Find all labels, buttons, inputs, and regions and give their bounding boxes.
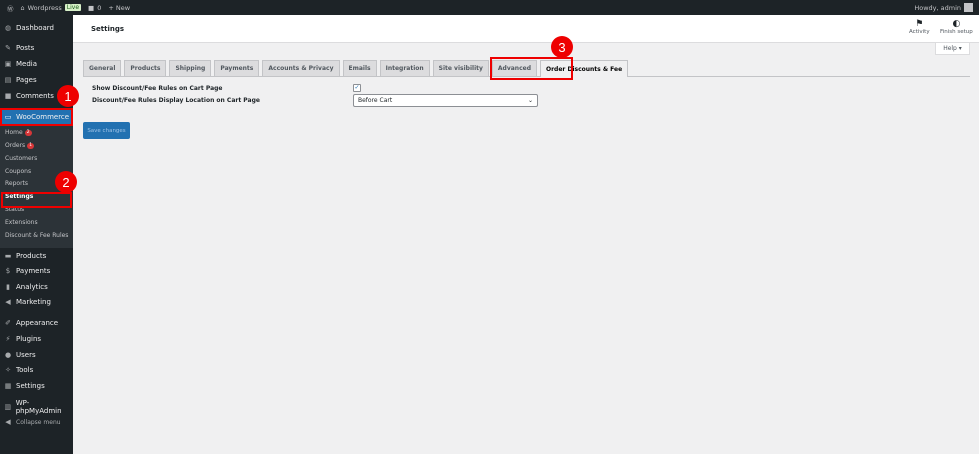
- live-badge: Live: [64, 4, 82, 11]
- tab-products[interactable]: Products: [124, 60, 167, 76]
- sidebar-item-appearance[interactable]: ✐ Appearance: [0, 316, 73, 330]
- sidebar-item-marketing[interactable]: ◀ Marketing: [0, 295, 73, 309]
- pin-icon: ✎: [5, 44, 11, 52]
- comment-icon: ■: [4, 92, 12, 100]
- analytics-icon: ▮: [6, 283, 10, 291]
- user-icon: ●: [4, 351, 12, 359]
- home-icon: ⌂: [20, 3, 25, 12]
- products-icon: ▬: [4, 252, 12, 260]
- save-changes-button[interactable]: Save changes: [83, 122, 130, 139]
- settings-icon: ▦: [4, 382, 12, 390]
- show-rules-label: Show Discount/Fee Rules on Cart Page: [92, 85, 223, 92]
- submenu-discount-fee-rules[interactable]: Discount & Fee Rules: [5, 232, 68, 239]
- count-badge: 1: [27, 142, 35, 149]
- finish-setup-button[interactable]: ◐ Finish setup: [940, 19, 973, 35]
- tab-order-discounts-fee[interactable]: Order Discounts & Fee: [540, 60, 629, 77]
- megaphone-icon: ◀: [5, 298, 11, 306]
- plugin-icon: ⚡: [5, 335, 11, 343]
- page-title: Settings: [91, 25, 125, 33]
- flag-icon: ⚑: [915, 19, 924, 29]
- sidebar-item-wp-phpmyadmin[interactable]: ▥ WP-phpMyAdmin: [0, 399, 73, 415]
- sidebar-item-posts[interactable]: ✎ Posts: [0, 41, 73, 55]
- media-icon: ▣: [4, 60, 12, 68]
- dashboard-icon: ◍: [4, 24, 12, 32]
- sidebar-item-tools[interactable]: ✧ Tools: [0, 363, 73, 377]
- submenu-settings[interactable]: Settings: [5, 193, 33, 200]
- tab-general[interactable]: General: [83, 60, 122, 76]
- submenu-coupons[interactable]: Coupons: [5, 168, 31, 175]
- collapse-icon: ◀: [5, 418, 11, 426]
- admin-sidebar: ◍ Dashboard ✎ Posts ▣ Media ▤ Pages ■ Comment…: [0, 15, 73, 454]
- tab-advanced[interactable]: Advanced: [491, 60, 537, 76]
- sidebar-item-woocommerce[interactable]: ▭ WooCommerce: [0, 108, 73, 125]
- tab-site-visibility[interactable]: Site visibility: [432, 60, 489, 76]
- sidebar-item-analytics[interactable]: ▮ Analytics: [0, 280, 73, 294]
- new-link[interactable]: + New: [108, 4, 130, 12]
- woocommerce-icon: ▭: [4, 112, 12, 121]
- avatar: [964, 3, 973, 12]
- pages-icon: ▤: [4, 76, 12, 84]
- admin-bar: Ⓦ ⌂ Wordpress Live ■ 0 + New Howdy, admin: [0, 0, 979, 15]
- brush-icon: ✐: [5, 319, 11, 327]
- count-badge: 2: [24, 129, 32, 136]
- comments-link[interactable]: ■ 0: [88, 4, 101, 12]
- submenu-status[interactable]: Status: [5, 206, 24, 213]
- submenu-extensions[interactable]: Extensions: [5, 219, 38, 226]
- site-name-link[interactable]: ⌂ Wordpress Live: [21, 4, 82, 12]
- collapse-menu-button[interactable]: ◀ Collapse menu: [0, 415, 73, 429]
- tab-accounts-privacy[interactable]: Accounts & Privacy: [262, 60, 340, 76]
- submenu-reports[interactable]: Reports: [5, 180, 28, 187]
- help-button[interactable]: Help ▾: [935, 43, 970, 55]
- annotation-number: 3: [551, 36, 573, 58]
- comment-icon: ■: [88, 3, 95, 12]
- sidebar-item-products[interactable]: ▬ Products: [0, 249, 73, 263]
- sidebar-item-pages[interactable]: ▤ Pages: [0, 73, 73, 87]
- progress-circle-icon: ◐: [952, 19, 961, 29]
- sidebar-item-settings[interactable]: ▦ Settings: [0, 379, 73, 393]
- settings-tabs: General Products Shipping Payments Accou…: [83, 60, 970, 77]
- sidebar-item-media[interactable]: ▣ Media: [0, 57, 73, 71]
- display-location-label: Discount/Fee Rules Display Location on C…: [92, 97, 260, 104]
- sidebar-item-dashboard[interactable]: ◍ Dashboard: [0, 21, 73, 35]
- show-rules-checkbox[interactable]: ✓: [353, 84, 361, 92]
- wrench-icon: ✧: [5, 366, 11, 374]
- tab-payments[interactable]: Payments: [214, 60, 260, 76]
- page-header: Settings ⚑ Activity ◐ Finish setup: [73, 15, 979, 43]
- sidebar-item-payments[interactable]: $ Payments: [0, 264, 73, 278]
- annotation-number: 1: [57, 85, 79, 107]
- payments-icon: $: [5, 267, 11, 275]
- tab-integration[interactable]: Integration: [379, 60, 430, 76]
- submenu-home[interactable]: Home 2: [5, 129, 32, 136]
- account-menu[interactable]: Howdy, admin: [914, 3, 973, 12]
- annotation-number: 2: [55, 171, 77, 193]
- display-location-select[interactable]: Before Cart ⌄: [353, 94, 538, 107]
- phpmyadmin-icon: ▥: [4, 403, 12, 411]
- chevron-down-icon: ⌄: [527, 97, 533, 104]
- submenu-orders[interactable]: Orders 1: [5, 142, 35, 149]
- check-icon: ✓: [354, 84, 360, 91]
- submenu-customers[interactable]: Customers: [5, 155, 37, 162]
- tab-emails[interactable]: Emails: [342, 60, 377, 76]
- sidebar-item-plugins[interactable]: ⚡ Plugins: [0, 332, 73, 346]
- activity-button[interactable]: ⚑ Activity: [909, 19, 930, 35]
- sidebar-item-users[interactable]: ● Users: [0, 348, 73, 362]
- wordpress-logo-icon[interactable]: Ⓦ: [7, 3, 14, 13]
- tab-shipping[interactable]: Shipping: [169, 60, 212, 76]
